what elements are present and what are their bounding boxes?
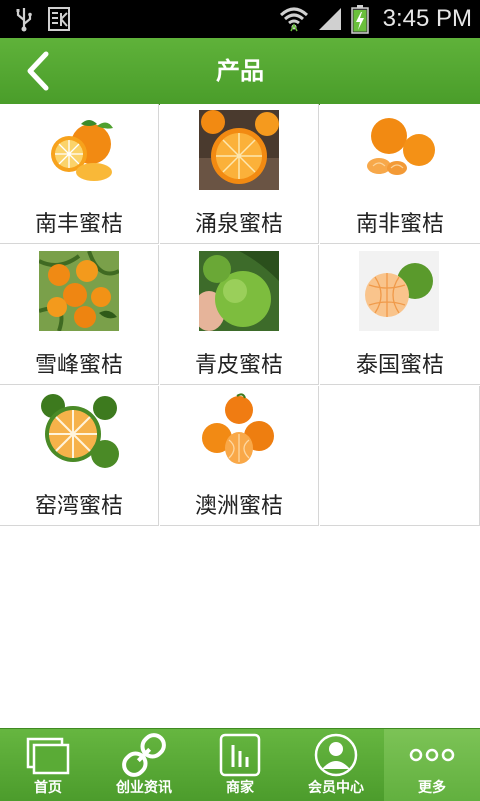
product-image bbox=[199, 392, 279, 472]
product-image bbox=[199, 110, 279, 190]
product-item[interactable]: 雪峰蜜桔 bbox=[0, 245, 159, 385]
link-icon bbox=[122, 733, 166, 777]
usb-icon bbox=[16, 8, 32, 32]
tab-label: 会员中心 bbox=[308, 780, 364, 796]
battery-charging-icon bbox=[350, 5, 369, 34]
product-image bbox=[359, 110, 439, 190]
product-label: 窑湾蜜桔 bbox=[34, 494, 123, 519]
product-image bbox=[39, 392, 119, 472]
product-item[interactable]: 南丰蜜桔 bbox=[0, 104, 159, 244]
bar-chart-icon bbox=[219, 733, 261, 777]
tab-label: 商家 bbox=[226, 780, 254, 796]
clock: 3:45 PM bbox=[382, 5, 472, 32]
product-label: 雪峰蜜桔 bbox=[34, 353, 123, 378]
tab-label: 创业资讯 bbox=[116, 780, 172, 796]
product-label: 南非蜜桔 bbox=[355, 212, 444, 237]
member-icon bbox=[314, 733, 358, 777]
tab-startup-news[interactable]: 创业资讯 bbox=[96, 729, 192, 801]
more-dots-icon bbox=[409, 748, 455, 762]
product-item[interactable]: 泰国蜜桔 bbox=[320, 245, 480, 385]
tab-merchants[interactable]: 商家 bbox=[192, 729, 288, 801]
product-label: 澳洲蜜桔 bbox=[194, 494, 283, 519]
product-image bbox=[199, 251, 279, 331]
tab-more[interactable]: 更多 bbox=[384, 729, 480, 801]
tab-home[interactable]: 首页 bbox=[0, 729, 96, 801]
product-label: 南丰蜜桔 bbox=[34, 212, 123, 237]
product-item[interactable]: 澳洲蜜桔 bbox=[160, 386, 319, 526]
tab-member-center[interactable]: 会员中心 bbox=[288, 729, 384, 801]
notification-app-icon bbox=[48, 7, 70, 31]
product-image bbox=[39, 110, 119, 190]
product-image bbox=[359, 251, 439, 331]
tab-label: 首页 bbox=[34, 780, 62, 796]
product-item[interactable]: 青皮蜜桔 bbox=[160, 245, 319, 385]
status-bar: 3:45 PM bbox=[0, 0, 480, 38]
product-item[interactable]: 涌泉蜜桔 bbox=[160, 104, 319, 244]
product-item[interactable]: 南非蜜桔 bbox=[320, 104, 480, 244]
product-label: 青皮蜜桔 bbox=[194, 353, 283, 378]
product-image bbox=[39, 251, 119, 331]
empty-grid-cell bbox=[320, 386, 480, 526]
page-title: 产品 bbox=[216, 57, 264, 85]
product-label: 泰国蜜桔 bbox=[355, 353, 444, 378]
bottom-tab-bar: 首页 创业资讯 商家 会员中心 更多 bbox=[0, 728, 480, 801]
title-bar: 产品 bbox=[0, 38, 480, 105]
product-item[interactable]: 窑湾蜜桔 bbox=[0, 386, 159, 526]
product-label: 涌泉蜜桔 bbox=[194, 212, 283, 237]
signal-icon bbox=[318, 8, 341, 30]
tab-label: 更多 bbox=[418, 780, 446, 796]
wifi-icon bbox=[279, 7, 308, 32]
home-pages-icon bbox=[26, 737, 70, 775]
